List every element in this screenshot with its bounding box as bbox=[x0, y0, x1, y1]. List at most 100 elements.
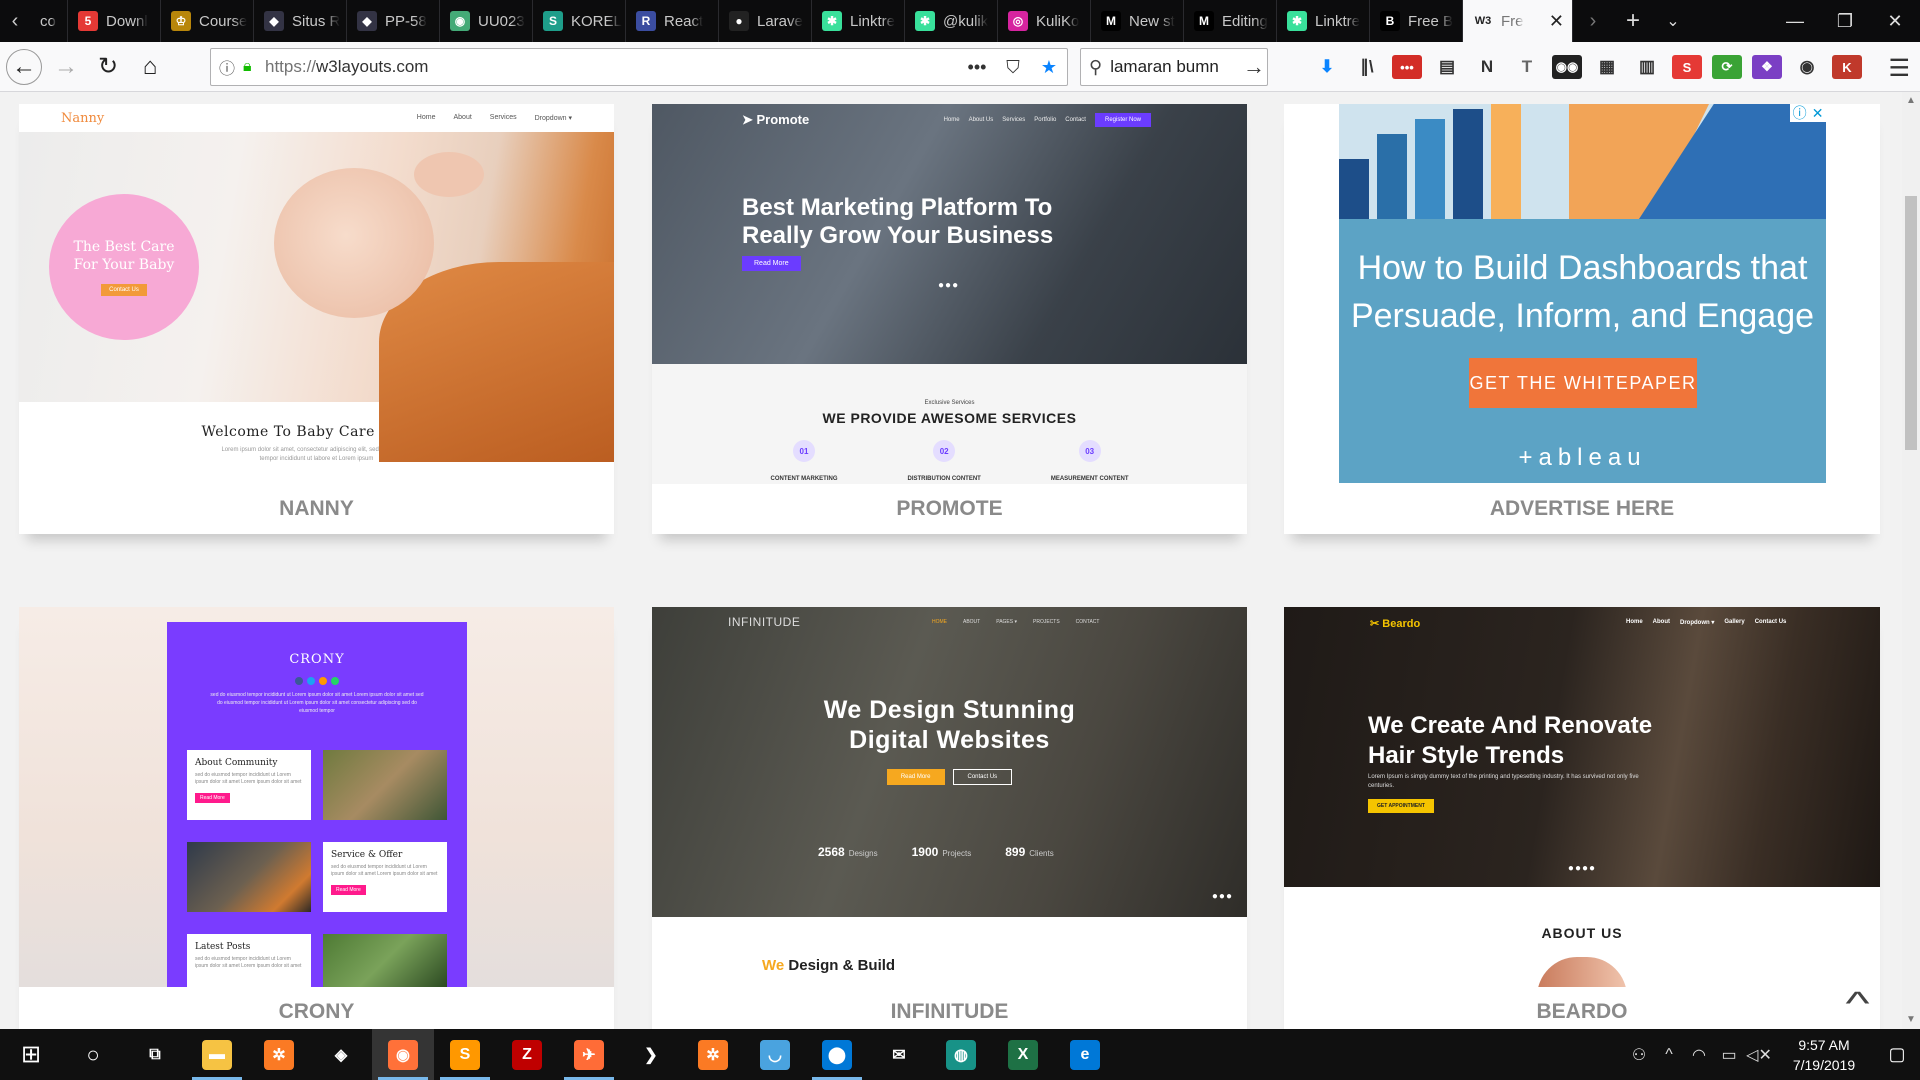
battery-icon[interactable]: ▭ bbox=[1714, 1045, 1744, 1065]
template-card-infinitude[interactable]: INFINITUDE HOME ABOUT PAGES ▾ PROJECTS C… bbox=[652, 607, 1247, 1029]
ad-banner[interactable]: ⓘ ✕ How to Build Dashboards that Persuade… bbox=[1339, 104, 1826, 483]
tab-item[interactable]: M Editing bbox=[1184, 0, 1277, 42]
template-caption[interactable]: BEARDO bbox=[1284, 987, 1880, 1029]
taskbar-app[interactable]: ⬤ bbox=[806, 1029, 868, 1080]
reload-button[interactable]: ↻ bbox=[90, 49, 126, 85]
ad-close-icon[interactable]: ⓘ ✕ bbox=[1790, 104, 1826, 122]
hamburger-menu-icon[interactable]: ☰ bbox=[1888, 54, 1910, 83]
template-card-nanny[interactable]: Nanny Home About Services Dropdown ▾ The… bbox=[19, 104, 614, 534]
lock-icon[interactable]: 🔒︎ bbox=[243, 58, 265, 76]
close-window-button[interactable]: ✕ bbox=[1870, 0, 1920, 42]
advertise-caption[interactable]: ADVERTISE HERE bbox=[1284, 484, 1880, 534]
tab-item[interactable]: ◆ PP-58 bbox=[347, 0, 440, 42]
tab-active[interactable]: W3 Fre ✕ bbox=[1463, 0, 1573, 42]
ad-cta-button[interactable]: GET THE WHITEPAPER bbox=[1469, 358, 1697, 408]
lastpass-icon[interactable]: ••• bbox=[1392, 55, 1422, 79]
bookmark-star-icon[interactable]: ★ bbox=[1031, 57, 1067, 78]
tab-item[interactable]: ✱ @kulik bbox=[905, 0, 998, 42]
tab-item[interactable]: ◆ Situs R bbox=[254, 0, 347, 42]
tab-list-dropdown-icon[interactable]: ⌄ bbox=[1653, 0, 1693, 42]
s-extension-icon[interactable]: S bbox=[1672, 55, 1702, 79]
search-input[interactable]: lamaran bumn bbox=[1110, 57, 1243, 77]
scrollbar-thumb[interactable] bbox=[1905, 196, 1917, 450]
account-icon[interactable]: ◉ bbox=[1792, 55, 1822, 79]
taskbar-app[interactable]: ✈ bbox=[558, 1029, 620, 1080]
people-icon[interactable]: ⚇ bbox=[1624, 1045, 1654, 1065]
restore-button[interactable]: ❐ bbox=[1820, 0, 1870, 42]
library-icon[interactable]: ∥\ bbox=[1352, 55, 1382, 79]
template-thumbnail[interactable]: ✂ Beardo Home About Dropdown ▾ Gallery C… bbox=[1284, 607, 1880, 987]
tab-item[interactable]: B Free B bbox=[1370, 0, 1463, 42]
taskbar-app[interactable]: ◡ bbox=[744, 1029, 806, 1080]
taskbar-app[interactable]: ✲ bbox=[248, 1029, 310, 1080]
advertise-card[interactable]: ⓘ ✕ How to Build Dashboards that Persuade… bbox=[1284, 104, 1880, 534]
tab-item[interactable]: ● Larave bbox=[719, 0, 812, 42]
show-hidden-icons-icon[interactable]: ^ bbox=[1654, 1046, 1684, 1064]
minimize-button[interactable]: — bbox=[1770, 0, 1820, 42]
taskbar-app[interactable]: ✉ bbox=[868, 1029, 930, 1080]
taskbar-app[interactable]: ✲ bbox=[682, 1029, 744, 1080]
purple-extension-icon[interactable]: ❖ bbox=[1752, 55, 1782, 79]
search-bar[interactable]: ⚲ lamaran bumn → bbox=[1080, 48, 1268, 86]
template-caption[interactable]: NANNY bbox=[19, 484, 614, 534]
template-thumbnail[interactable]: INFINITUDE HOME ABOUT PAGES ▾ PROJECTS C… bbox=[652, 607, 1247, 987]
close-tab-icon[interactable]: ✕ bbox=[1549, 11, 1564, 32]
stats-icon[interactable]: ▥ bbox=[1632, 55, 1662, 79]
scroll-up-arrow-icon[interactable]: ▲ bbox=[1902, 92, 1920, 110]
page-actions-icon[interactable]: ••• bbox=[959, 57, 995, 78]
template-thumbnail[interactable]: CRONY sed do eiusmod tempor incididunt u… bbox=[19, 607, 614, 987]
scroll-tabs-right-button[interactable]: › bbox=[1573, 0, 1613, 42]
pocket-icon[interactable]: ⛉ bbox=[995, 57, 1031, 78]
template-card-beardo[interactable]: ✂ Beardo Home About Dropdown ▾ Gallery C… bbox=[1284, 607, 1880, 1029]
tab-item[interactable]: 5 Downl bbox=[68, 0, 161, 42]
taskbar-app[interactable]: ◈ bbox=[310, 1029, 372, 1080]
download-icon[interactable]: ⬇ bbox=[1312, 55, 1342, 79]
template-thumbnail[interactable]: Nanny Home About Services Dropdown ▾ The… bbox=[19, 104, 614, 484]
taskbar-app[interactable]: e bbox=[1054, 1029, 1116, 1080]
scroll-to-top-icon[interactable]: ^ bbox=[1845, 985, 1869, 1022]
template-caption[interactable]: CRONY bbox=[19, 987, 614, 1029]
tab-item[interactable]: ✱ Linktre bbox=[1277, 0, 1370, 42]
tab-item[interactable]: R React bbox=[626, 0, 719, 42]
action-center-icon[interactable]: ▢ bbox=[1874, 1044, 1920, 1065]
home-button[interactable]: ⌂ bbox=[132, 49, 168, 85]
template-card-promote[interactable]: ➤ Promote Home About Us Services Portfol… bbox=[652, 104, 1247, 534]
wifi-icon[interactable]: ◠ bbox=[1684, 1045, 1714, 1065]
tampermonkey-icon[interactable]: ◉◉ bbox=[1552, 55, 1582, 79]
cortana-search-icon[interactable]: ○ bbox=[62, 1029, 124, 1080]
volume-muted-icon[interactable]: ◁✕ bbox=[1744, 1045, 1774, 1065]
vertical-scrollbar[interactable]: ▲ ▼ bbox=[1902, 92, 1920, 1029]
tab-item[interactable]: ◎ KuliKo bbox=[998, 0, 1091, 42]
template-card-crony[interactable]: CRONY sed do eiusmod tempor incididunt u… bbox=[19, 607, 614, 1029]
tab-item[interactable]: M New st bbox=[1091, 0, 1184, 42]
tab-item[interactable]: ♔ Course bbox=[161, 0, 254, 42]
template-caption[interactable]: PROMOTE bbox=[652, 484, 1247, 534]
tab-item[interactable]: S KOREL bbox=[533, 0, 626, 42]
taskbar-app[interactable]: Z bbox=[496, 1029, 558, 1080]
start-button[interactable]: ⊞ bbox=[0, 1029, 62, 1080]
tab-item[interactable]: co bbox=[30, 0, 68, 42]
template-thumbnail[interactable]: ➤ Promote Home About Us Services Portfol… bbox=[652, 104, 1247, 484]
address-bar[interactable]: ⓘ 🔒︎ https://w3layouts.com ••• ⛉ ★ bbox=[210, 48, 1068, 86]
new-tab-button[interactable]: + bbox=[1613, 0, 1653, 42]
site-info-icon[interactable]: ⓘ bbox=[211, 55, 243, 79]
tab-item[interactable]: ✱ Linktre bbox=[812, 0, 905, 42]
reader-icon[interactable]: ▤ bbox=[1432, 55, 1462, 79]
taskbar-app[interactable]: ❯ bbox=[620, 1029, 682, 1080]
profile-icon[interactable]: K bbox=[1832, 55, 1862, 79]
taskbar-app[interactable]: S bbox=[434, 1029, 496, 1080]
scroll-tabs-left-button[interactable]: ‹ bbox=[0, 0, 30, 42]
template-caption[interactable]: INFINITUDE bbox=[652, 987, 1247, 1029]
forward-button[interactable]: → bbox=[48, 49, 84, 85]
taskbar-app[interactable]: ◉ bbox=[372, 1029, 434, 1080]
tab-item[interactable]: ◉ UU023 bbox=[440, 0, 533, 42]
grid-icon[interactable]: ▦ bbox=[1592, 55, 1622, 79]
taskbar-app[interactable]: X bbox=[992, 1029, 1054, 1080]
search-go-arrow-icon[interactable]: → bbox=[1243, 54, 1267, 80]
text-icon[interactable]: T bbox=[1512, 55, 1542, 79]
url-text[interactable]: https://w3layouts.com bbox=[265, 57, 959, 77]
notion-icon[interactable]: N bbox=[1472, 55, 1502, 79]
green-extension-icon[interactable]: ⟳ bbox=[1712, 55, 1742, 79]
taskbar-app[interactable]: ⧉ bbox=[124, 1029, 186, 1080]
taskbar-app[interactable]: ◍ bbox=[930, 1029, 992, 1080]
